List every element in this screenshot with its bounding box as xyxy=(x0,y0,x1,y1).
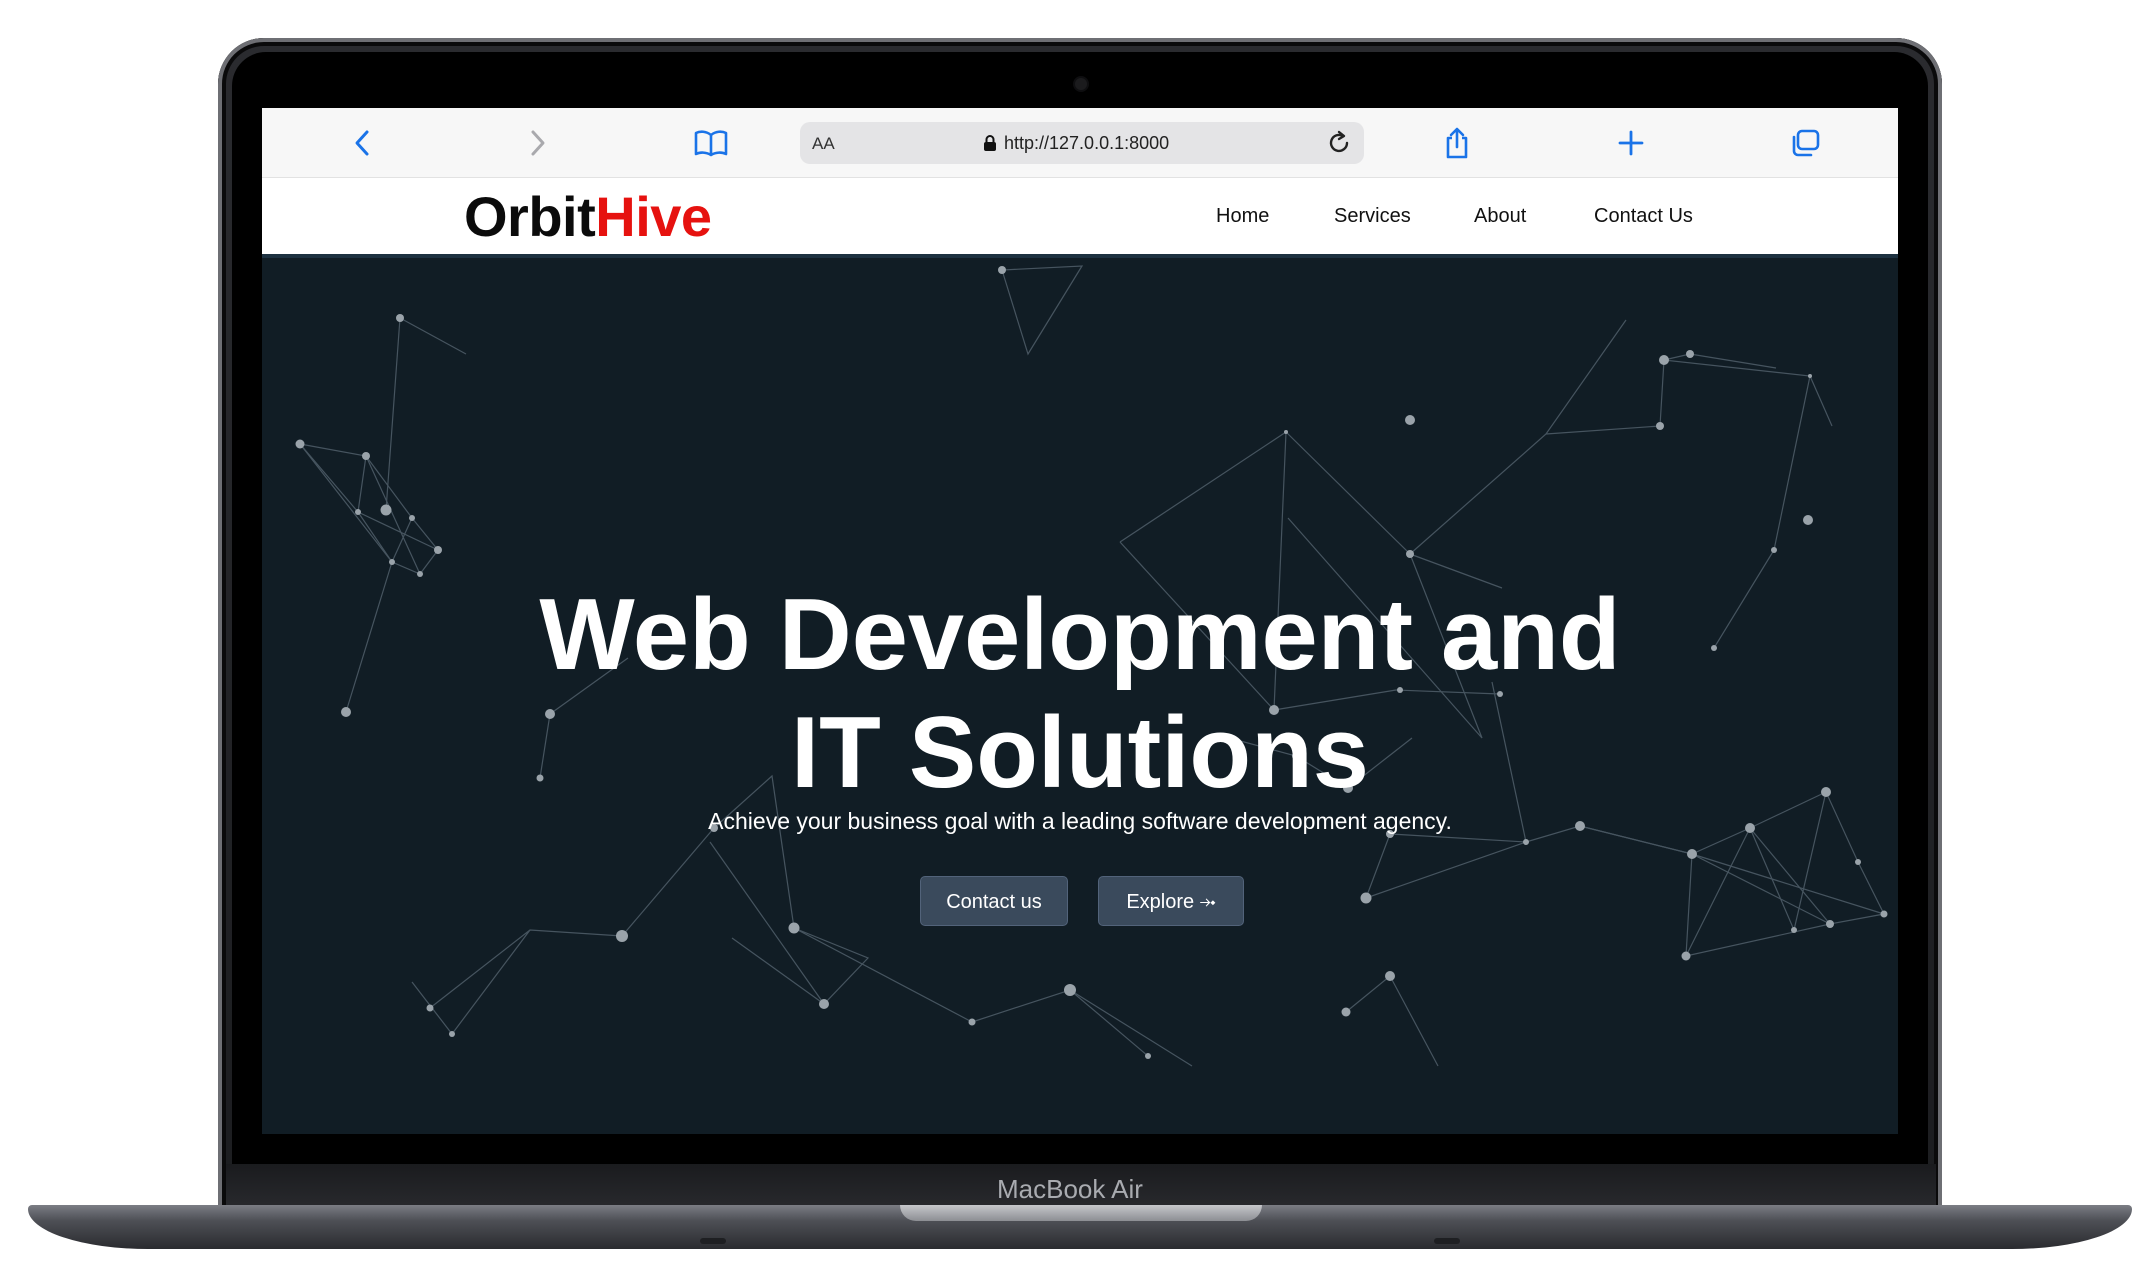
webcam xyxy=(1075,78,1087,90)
laptop-foot xyxy=(1434,1238,1460,1244)
address-bar[interactable]: AA http://127.0.0.1:8000 xyxy=(800,122,1364,164)
logo-orbit: Orbit xyxy=(464,185,596,248)
hero-title-line1: Web Development and xyxy=(539,579,1621,691)
hero-title: Web Development and IT Solutions xyxy=(262,576,1898,812)
chevron-right-icon[interactable] xyxy=(518,124,556,162)
nav-home[interactable]: Home xyxy=(1216,178,1269,254)
laptop-notch xyxy=(900,1205,1262,1221)
chevron-left-icon[interactable] xyxy=(344,124,382,162)
screen: AA http://127.0.0.1:8000 OrbitHive Home … xyxy=(262,108,1898,1134)
nav-services[interactable]: Services xyxy=(1334,178,1411,254)
tabs-icon[interactable] xyxy=(1786,124,1824,162)
site-header: OrbitHive Home Services About Contact Us xyxy=(262,178,1898,254)
nav-about[interactable]: About xyxy=(1474,178,1526,254)
hero-title-line2: IT Solutions xyxy=(791,697,1369,809)
hero-section: Web Development and IT Solutions Achieve… xyxy=(262,258,1898,1134)
nav-contact-us[interactable]: Contact Us xyxy=(1594,178,1693,254)
share-icon[interactable] xyxy=(1438,124,1476,162)
text-size-button[interactable]: AA xyxy=(812,122,835,164)
explore-button[interactable]: Explore ⤞ xyxy=(1098,876,1244,926)
hero-subtitle: Achieve your business goal with a leadin… xyxy=(708,808,1452,834)
book-icon[interactable] xyxy=(692,124,730,162)
contact-us-button[interactable]: Contact us xyxy=(920,876,1068,926)
site-logo[interactable]: OrbitHive xyxy=(464,178,712,254)
logo-hive: Hive xyxy=(595,185,712,248)
plus-icon[interactable] xyxy=(1612,124,1650,162)
reload-icon[interactable] xyxy=(1326,130,1352,161)
stage: MacBook Air AA http://127.0.0.1:8000 Orb… xyxy=(0,0,2140,1288)
lock-icon xyxy=(983,134,997,157)
url-text: http://127.0.0.1:8000 xyxy=(1004,133,1170,153)
browser-toolbar: AA http://127.0.0.1:8000 xyxy=(262,108,1898,178)
laptop-foot xyxy=(700,1238,726,1244)
